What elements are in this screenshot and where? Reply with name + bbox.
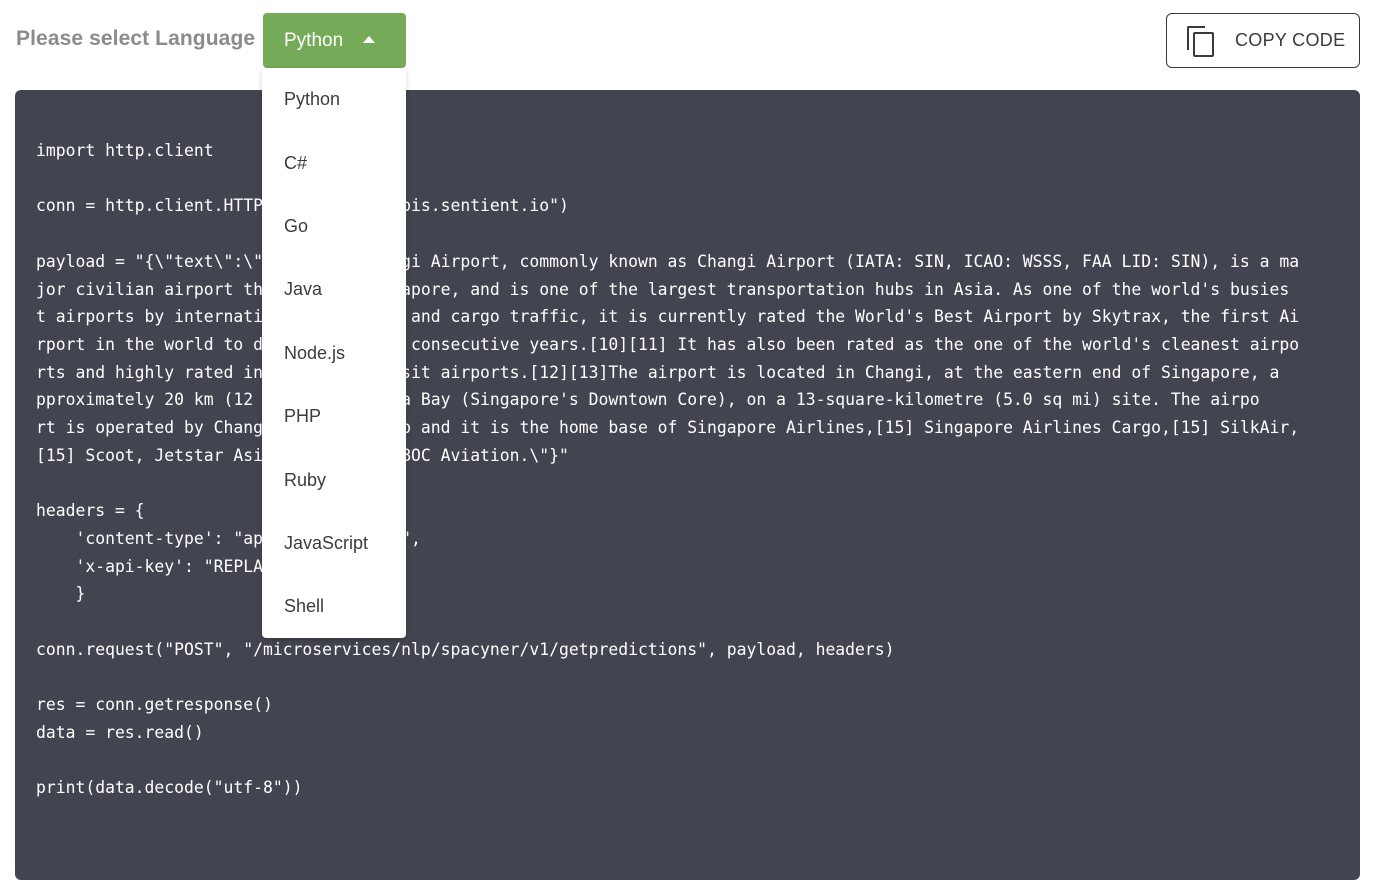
code-line: }: [36, 584, 86, 604]
api-code-page: Please select Language Python COPY CODE …: [0, 0, 1380, 896]
code-panel: import http.client conn = http.client.HT…: [15, 90, 1360, 880]
code-block: import http.client conn = http.client.HT…: [36, 137, 1339, 802]
code-line: data = res.read(): [36, 722, 204, 742]
language-option[interactable]: C#: [262, 131, 406, 194]
code-line: pproximately 20 km (12 mi) from Marina B…: [36, 390, 1260, 410]
language-dropdown-menu: Python C# Go Java Node.js PHP Ruby JavaScript Sh…: [262, 68, 406, 638]
selected-language: Python: [284, 29, 344, 51]
language-option[interactable]: Ruby: [262, 448, 406, 511]
code-line: print(data.decode("utf-8")): [36, 778, 303, 798]
code-line: rport in the world to do so for eight co…: [36, 334, 1300, 354]
language-option[interactable]: Shell: [262, 575, 406, 638]
language-option[interactable]: Java: [262, 258, 406, 321]
language-option[interactable]: JavaScript: [262, 512, 406, 575]
code-line: import http.client: [36, 141, 214, 160]
language-option[interactable]: Python: [262, 68, 406, 131]
language-label: Please select Language: [16, 27, 256, 50]
language-option[interactable]: PHP: [262, 385, 406, 448]
language-option[interactable]: Node.js: [262, 322, 406, 385]
copy-icon: [1187, 25, 1215, 57]
code-line: t airports by international passenger an…: [36, 307, 1300, 327]
code-line: conn.request("POST", "/microservices/nlp…: [36, 639, 895, 659]
copy-code-button[interactable]: COPY CODE: [1166, 13, 1360, 68]
language-dropdown-button[interactable]: Python: [263, 13, 406, 68]
code-line: headers = {: [36, 501, 145, 521]
code-line: rts and highly rated in terms of transit…: [36, 362, 1280, 382]
language-option[interactable]: Go: [262, 195, 406, 258]
caret-up-icon: [363, 36, 376, 43]
code-line: res = conn.getresponse(): [36, 695, 273, 715]
copy-code-label: COPY CODE: [1235, 30, 1346, 50]
code-line: payload = "{\"text\":\"Singapore Changi …: [36, 251, 1300, 271]
code-line: jor civilian airport that serves Singapo…: [36, 279, 1290, 299]
code-line: rt is operated by Changi Airport Group a…: [36, 418, 1300, 438]
